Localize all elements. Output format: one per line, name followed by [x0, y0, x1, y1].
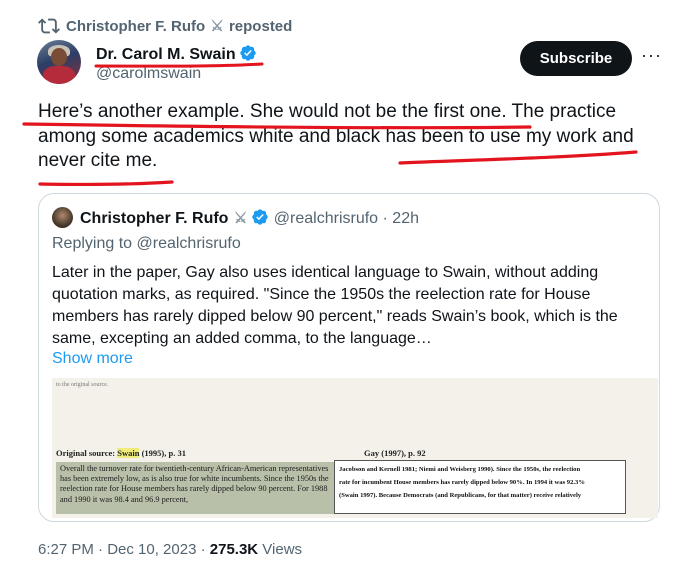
post-line-1: Here’s another example. She would not be…	[38, 101, 617, 122]
quoted-image[interactable]: to the original source. Original source:…	[52, 378, 658, 518]
verified-badge-icon	[239, 45, 256, 61]
author-name[interactable]: Dr. Carol M. Swain	[96, 46, 236, 63]
quoted-time[interactable]: · 22h	[383, 210, 419, 227]
scan-gay-excerpt: Jacobson and Kernell 1981; Niemi and Wei…	[334, 460, 626, 514]
repost-line: Christopher F. Rufo ⚔ reposted	[66, 17, 292, 35]
scan-top-text: to the original source.	[56, 382, 109, 388]
crossed-swords-icon: ⚔	[233, 210, 248, 227]
avatar[interactable]	[37, 40, 81, 84]
repost-label: reposted	[228, 18, 293, 35]
post-text: Here’s another example. She would not be…	[38, 100, 648, 174]
quoted-text: Later in the paper, Gay also uses identi…	[52, 264, 618, 347]
underline-never-cite	[38, 180, 174, 186]
repost-user[interactable]: Christopher F. Rufo	[66, 18, 205, 35]
post-line-3: never cite me.	[38, 150, 158, 171]
quoted-avatar[interactable]	[52, 207, 73, 228]
author-name-row[interactable]: Dr. Carol M. Swain	[96, 44, 257, 64]
post-line-2: among some academics white and black has…	[38, 125, 634, 147]
show-more-link[interactable]: Show more	[52, 350, 133, 368]
post-timestamp-views: 6:27 PM · Dec 10, 2023 · 275.3K Views	[38, 541, 302, 558]
scan-swain-excerpt: Overall the turnover rate for twentieth-…	[56, 462, 336, 514]
replying-to: Replying to @realchrisrufo	[52, 235, 241, 252]
quoted-handle[interactable]: @realchrisrufo	[274, 210, 378, 227]
crossed-swords-icon: ⚔	[210, 18, 224, 35]
scan-gay-label: Gay (1997), p. 92	[364, 448, 426, 458]
views-count: 275.3K	[209, 541, 259, 558]
more-options-icon[interactable]: ···	[641, 45, 662, 66]
quoted-header[interactable]: Christopher F. Rufo ⚔ @realchrisrufo · 2…	[80, 208, 419, 228]
quoted-author-name[interactable]: Christopher F. Rufo	[80, 210, 228, 227]
verified-badge-icon	[252, 209, 269, 225]
author-handle[interactable]: @carolmswain	[96, 65, 201, 83]
subscribe-button[interactable]: Subscribe	[520, 41, 632, 76]
scan-source-label: Original source: Swain (1995), p. 31	[56, 448, 186, 458]
views-label: Views	[258, 541, 303, 558]
post-timestamp[interactable]: 6:27 PM · Dec 10, 2023 ·	[38, 541, 210, 558]
repost-icon	[38, 18, 60, 34]
